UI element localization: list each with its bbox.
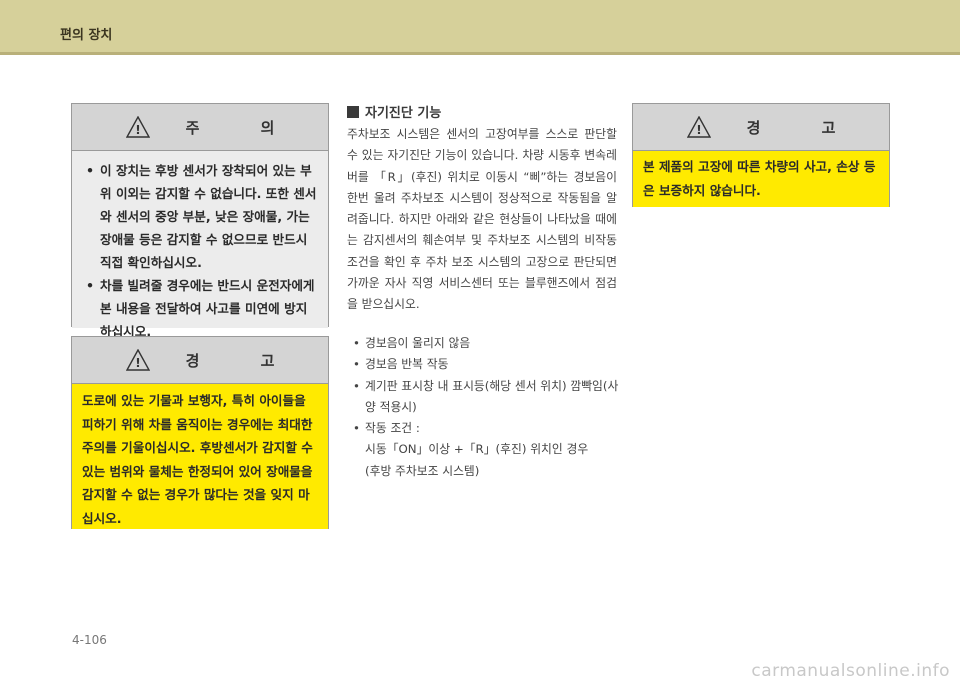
warning-header-left: ! 경 고: [72, 337, 328, 384]
condition-line: 시동「ON」이상 +「R」(후진) 위치인 경우: [365, 442, 589, 457]
warning-triangle-icon: !: [125, 349, 150, 371]
warning-body-right: 본 제품의 고장에 따른 차량의 사고, 손상 등은 보증하지 않습니다.: [633, 151, 889, 207]
warning-box-left: ! 경 고 도로에 있는 기물과 보행자, 특히 아이들을 피하기 위해 차를 …: [71, 336, 329, 529]
warning-title-left: 경 고: [185, 351, 303, 370]
caution-item: • 차를 빌려줄 경우에는 반드시 운전자에게 본 내용을 전달하여 사고를 미연…: [86, 278, 315, 339]
list-item: • 계기판 표시창 내 표시등(해당 센서 위치) 깜빡임(사양 적용시): [353, 378, 619, 414]
header-bar: [0, 0, 960, 52]
section-paragraph: 주차보조 시스템은 센서의 고장여부를 스스로 판단할 수 있는 자기진단 기능…: [347, 127, 617, 312]
caution-box: ! 주 의 • 이 장치는 후방 센서가 장착되어 있는 부위 이외는 감지할 수…: [71, 103, 329, 339]
list-item: • 작동 조건 :: [353, 421, 420, 436]
square-bullet-icon: [347, 105, 359, 118]
svg-text:!: !: [135, 356, 140, 370]
svg-text:!: !: [135, 123, 140, 137]
list-item: • 경보음 반복 작동: [353, 357, 449, 372]
warning-triangle-icon: !: [686, 116, 711, 138]
warning-box-right: ! 경 고 본 제품의 고장에 따른 차량의 사고, 손상 등은 보증하지 않습…: [632, 103, 890, 207]
condition-line: (후방 주차보조 시스템): [365, 463, 480, 478]
warning-header-right: ! 경 고: [633, 104, 889, 151]
caution-title: 주 의: [185, 118, 303, 137]
watermark: carmanualsonline.info: [751, 661, 950, 681]
symptom-list: • 경보음이 울리지 않음 • 경보음 반복 작동 • 계기판 표시창 내 표시등(해…: [347, 333, 622, 482]
caution-body: • 이 장치는 후방 센서가 장착되어 있는 부위 이외는 감지할 수 없습니다.…: [72, 151, 328, 339]
svg-text:!: !: [696, 123, 701, 137]
warning-text-right: 본 제품의 고장에 따른 차량의 사고, 손상 등은 보증하지 않습니다.: [643, 159, 876, 198]
caution-item: • 이 장치는 후방 센서가 장착되어 있는 부위 이외는 감지할 수 없습니다.…: [86, 163, 317, 270]
list-item: • 경보음이 울리지 않음: [353, 336, 471, 350]
page-header-title: 편의 장치: [60, 28, 113, 43]
section-heading: 자기진단 기능: [347, 102, 441, 121]
warning-title-right: 경 고: [746, 118, 864, 137]
warning-text-left: 도로에 있는 기물과 보행자, 특히 아이들을 피하기 위해 차를 움직이는 경…: [82, 393, 313, 526]
page-number: 4-106: [72, 633, 107, 647]
warning-triangle-icon: !: [125, 116, 150, 138]
warning-body-left: 도로에 있는 기물과 보행자, 특히 아이들을 피하기 위해 차를 움직이는 경…: [72, 384, 328, 529]
caution-header: ! 주 의: [72, 104, 328, 151]
header-divider: [0, 52, 960, 55]
